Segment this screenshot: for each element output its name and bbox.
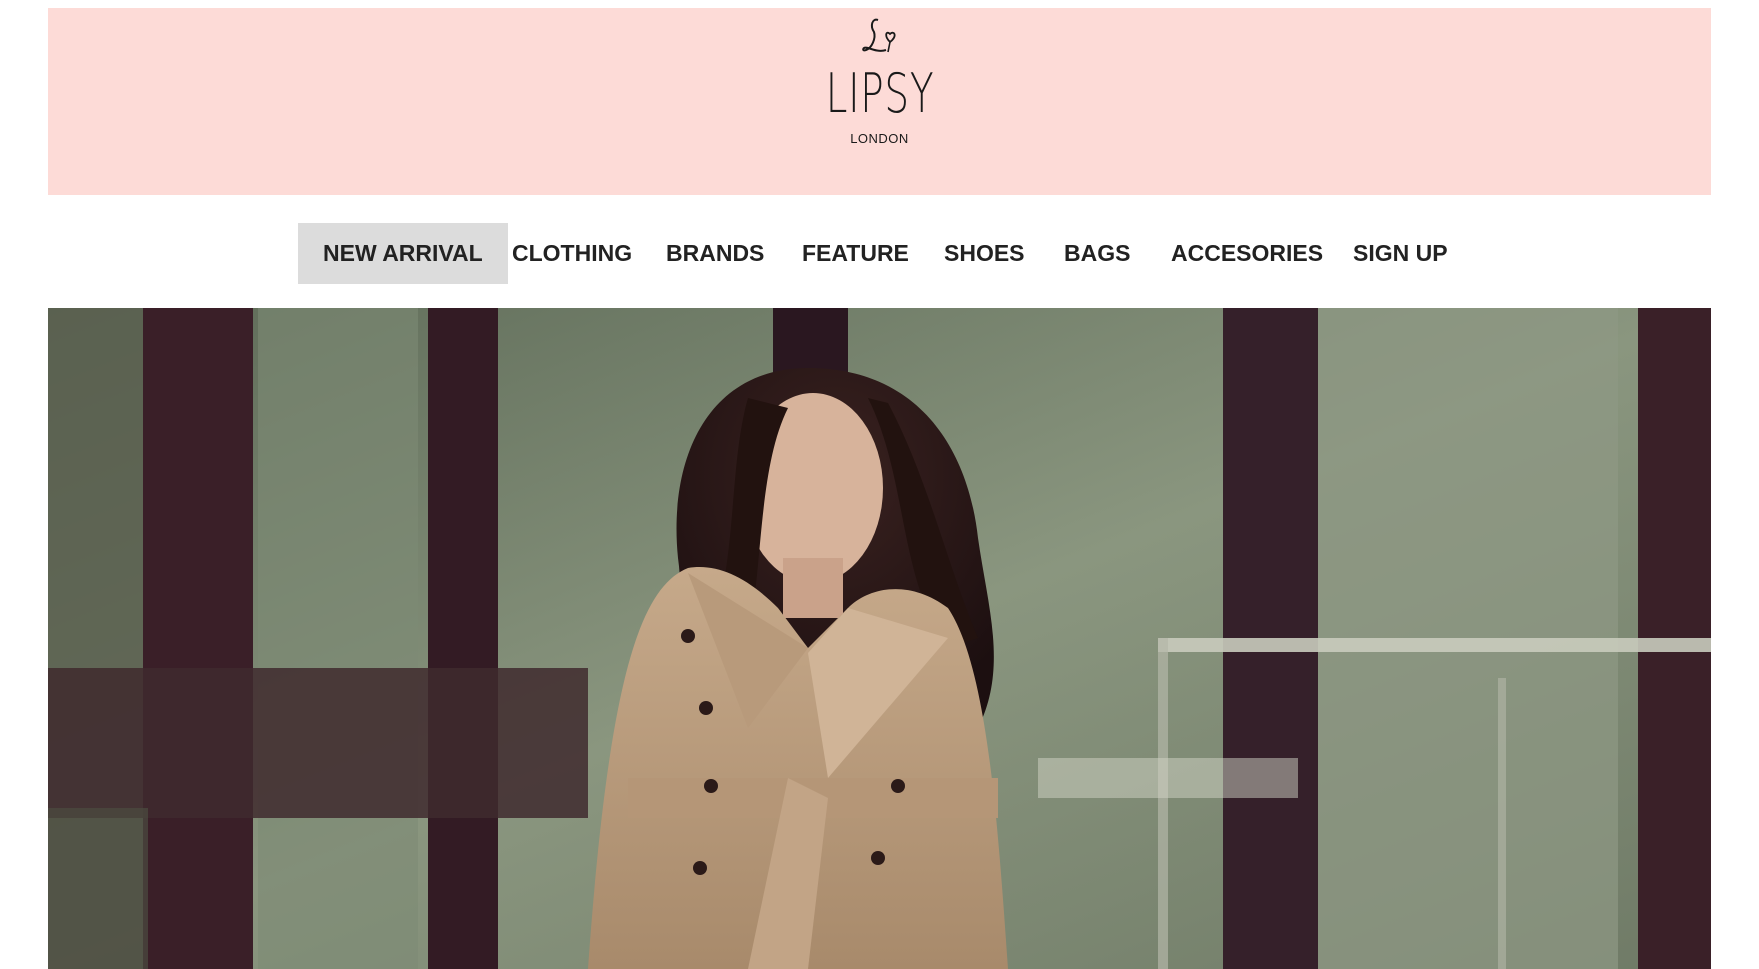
hero-image[interactable] xyxy=(48,308,1711,969)
nav-item-bags[interactable]: BAGS xyxy=(1039,223,1155,284)
nav-item-feature[interactable]: FEATURE xyxy=(777,223,934,284)
nav-item-brands[interactable]: BRANDS xyxy=(641,223,789,284)
nav-item-sign-up[interactable]: SIGN UP xyxy=(1328,223,1473,284)
nav-item-clothing[interactable]: CLOTHING xyxy=(487,223,657,284)
logo-subtext: LONDON xyxy=(850,131,909,146)
brand-logo[interactable]: LIPSY LONDON xyxy=(800,8,960,195)
header-banner: LIPSY LONDON xyxy=(48,8,1711,195)
page: LIPSY LONDON NEW ARRIVAL CLOTHING BRANDS… xyxy=(0,0,1759,969)
logo-wordmark: LIPSY xyxy=(825,62,934,125)
nav-item-shoes[interactable]: SHOES xyxy=(919,223,1050,284)
nav-item-new-arrival[interactable]: NEW ARRIVAL xyxy=(298,223,508,284)
nav-item-accesories[interactable]: ACCESORIES xyxy=(1146,223,1348,284)
hero-photo-illustration xyxy=(48,308,1711,969)
main-nav: NEW ARRIVAL CLOTHING BRANDS FEATURE SHOE… xyxy=(0,223,1759,284)
logo-monogram-icon xyxy=(861,18,895,53)
